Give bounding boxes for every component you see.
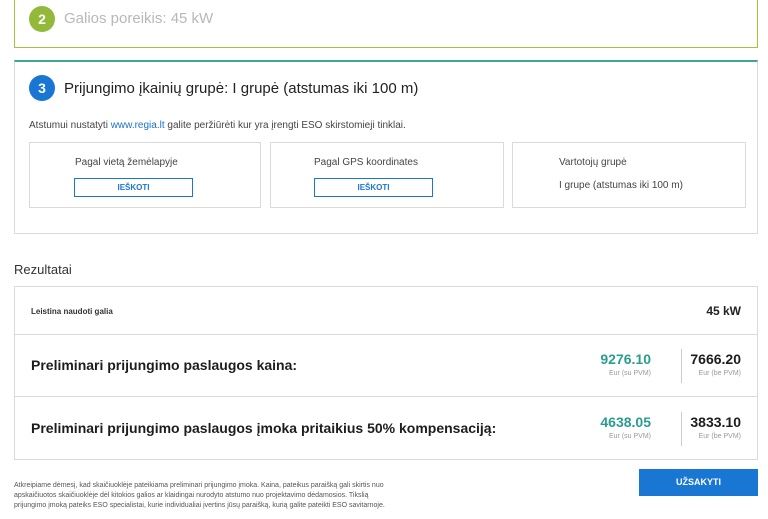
allowed-power-value: 45 kW <box>706 304 741 318</box>
order-button[interactable]: UŽSAKYTI <box>639 469 758 496</box>
option-group-label: Vartotojų grupė <box>559 157 627 168</box>
step-3-card: 3 Prijungimo įkainių grupė: I grupė (ats… <box>14 60 758 234</box>
compensated-with-vat-unit: Eur (su PVM) <box>608 433 651 440</box>
step-3-title: Prijungimo įkainių grupė: I grupė (atstu… <box>64 80 419 97</box>
results-table: Leistina naudoti galia 45 kW Preliminari… <box>14 286 758 460</box>
allowed-power-label: Leistina naudoti galia <box>31 307 113 316</box>
step-2-number: 2 <box>29 6 55 32</box>
divider <box>681 349 682 383</box>
regia-link[interactable]: www.regia.lt <box>111 120 165 131</box>
step-3-number: 3 <box>29 75 55 101</box>
option-group: Vartotojų grupė I grupe (atstumas iki 10… <box>512 142 746 208</box>
divider <box>681 412 682 446</box>
price-without-vat: 7666.20 <box>690 351 741 367</box>
price-without-vat-unit: Eur (be PVM) <box>698 370 741 377</box>
price-row: Preliminari prijungimo paslaugos kaina: … <box>15 335 757 397</box>
disclaimer-text: Atkreipiame dėmesį, kad skaičiuoklėje pa… <box>14 482 385 509</box>
step-2-title: Galios poreikis: 45 kW <box>64 10 214 27</box>
search-map-button[interactable]: IEŠKOTI <box>74 178 193 197</box>
option-map-label: Pagal vietą žemėlapyje <box>75 157 178 168</box>
distance-note: Atstumui nustatyti www.regia.lt galite p… <box>29 120 406 131</box>
option-gps: Pagal GPS koordinates IEŠKOTI <box>270 142 504 208</box>
distance-note-suffix: galite peržiūrėti kur yra įrengti ESO sk… <box>167 120 406 131</box>
compensated-without-vat-unit: Eur (be PVM) <box>698 433 741 440</box>
results-heading: Rezultatai <box>14 262 72 277</box>
price-with-vat-unit: Eur (su PVM) <box>608 370 651 377</box>
option-gps-label: Pagal GPS koordinates <box>314 157 418 168</box>
option-map: Pagal vietą žemėlapyje IEŠKOTI <box>29 142 261 208</box>
search-gps-button[interactable]: IEŠKOTI <box>314 178 433 197</box>
compensated-with-vat: 4638.05 <box>600 414 651 430</box>
compensated-price-row: Preliminari prijungimo paslaugos įmoka p… <box>15 398 757 460</box>
compensated-price-label: Preliminari prijungimo paslaugos įmoka p… <box>31 420 497 436</box>
step-2-card[interactable]: 2 Galios poreikis: 45 kW <box>14 0 758 48</box>
option-group-value: I grupe (atstumas iki 100 m) <box>559 180 683 191</box>
compensated-without-vat: 3833.10 <box>690 414 741 430</box>
allowed-power-row: Leistina naudoti galia 45 kW <box>15 287 757 335</box>
price-with-vat: 9276.10 <box>600 351 651 367</box>
price-label: Preliminari prijungimo paslaugos kaina: <box>31 357 298 373</box>
distance-note-prefix: Atstumui nustatyti <box>29 120 108 131</box>
